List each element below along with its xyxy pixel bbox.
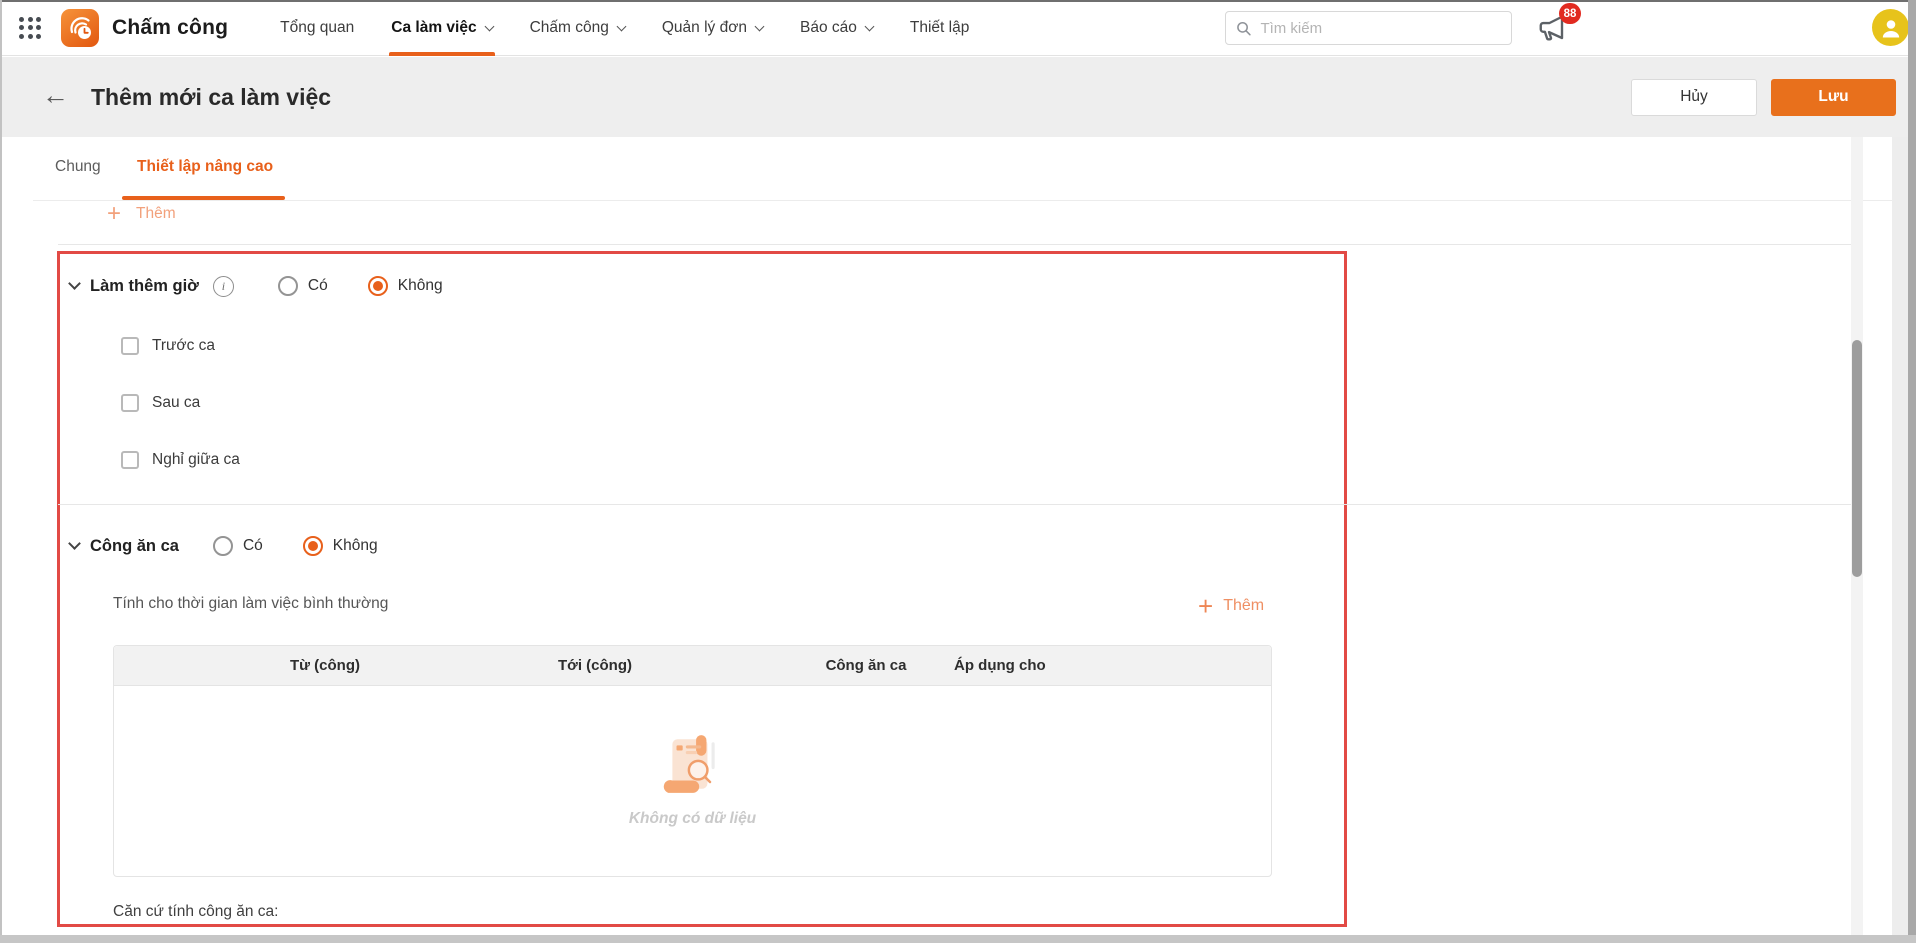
column-header-ap-dung-cho: Áp dụng cho [954,657,1046,674]
meal-radio-no-label[interactable]: Không [333,537,378,555]
tabbar-divider [33,200,1892,201]
meal-table: Từ (công) Tới (công) Công ăn ca Áp dụng … [113,645,1272,877]
empty-data-text: Không có dữ liệu [628,810,757,827]
page-title: Thêm mới ca làm việc [91,83,332,110]
page: Chấm công Tổng quan Ca làm việc Chấm côn… [0,0,1916,943]
cancel-button[interactable]: Hủy [1631,78,1757,116]
scrollbar-thumb[interactable] [1852,340,1862,577]
search-input[interactable] [1260,19,1501,37]
nav-item-ca-lam-viec[interactable]: Ca làm việc [389,0,495,56]
plus-icon: + [1198,591,1214,621]
checkbox-row-sau-ca: Sau ca [121,391,200,415]
checkbox-truoc-ca[interactable] [121,337,139,355]
column-header-toi-cong: Tới (công) [558,657,632,674]
meal-radio-no[interactable] [302,536,323,556]
app-title: Chấm công [112,15,229,39]
collapse-chevron-icon[interactable] [68,537,81,550]
page-header: ← Thêm mới ca làm việc Hủy Lưu [0,57,1916,137]
nav-item-cham-cong[interactable]: Chấm công [528,0,627,56]
checkbox-row-nghi-giua-ca: Nghỉ giữa ca [121,448,240,472]
nav-item-bao-cao[interactable]: Báo cáo [798,0,875,56]
column-header-cong-an-ca: Công ăn ca [825,657,907,674]
meal-section-header: Công ăn ca Có Không [68,532,378,560]
meal-radio-yes[interactable] [212,536,233,556]
person-icon [1882,19,1899,37]
collapse-chevron-icon[interactable] [68,277,81,290]
checkbox-sau-ca[interactable] [121,394,139,412]
add-item-link-top[interactable]: + Thêm [107,202,176,226]
save-button[interactable]: Lưu [1771,78,1896,116]
search-box [1225,11,1512,45]
window-border-right [1908,0,1916,943]
overtime-section-header: Làm thêm giờ i Có Không [68,272,443,300]
empty-data-icon [663,735,715,793]
notification-badge: 88 [1559,3,1581,24]
add-meal-row-button[interactable]: + Thêm [1198,593,1264,619]
meal-basis-label: Căn cứ tính công ăn ca: [113,903,279,920]
nav-item-thiet-lap[interactable]: Thiết lập [908,0,971,56]
info-icon[interactable]: i [212,275,234,297]
overtime-radio-no-label[interactable]: Không [398,277,443,295]
window-border-left [0,0,2,943]
main-nav: Tổng quan Ca làm việc Chấm công Quản lý … [278,0,1004,56]
user-avatar[interactable] [1872,9,1909,46]
chevron-down-icon [616,21,627,31]
notifications-button[interactable]: 88 [1537,3,1581,45]
checkbox-row-truoc-ca: Trước ca [121,334,215,358]
meal-radio-yes-label[interactable]: Có [243,537,263,555]
window-border-top [0,0,1916,2]
section-divider [58,244,1852,245]
tab-advanced-settings[interactable]: Thiết lập nâng cao [137,158,273,176]
overtime-section-title: Làm thêm giờ [90,276,199,295]
meal-table-header: Từ (công) Tới (công) Công ăn ca Áp dụng … [114,646,1271,686]
meal-section-title: Công ăn ca [90,536,179,555]
meal-table-empty-state: Không có dữ liệu [114,686,1271,876]
meal-note-text: Tính cho thời gian làm việc bình thường [113,595,389,612]
back-arrow-icon[interactable]: ← [42,82,69,109]
plus-icon: + [107,200,122,227]
app-grid-icon[interactable] [19,16,41,39]
overtime-radio-yes-label[interactable]: Có [308,277,328,295]
section-divider [58,504,1852,505]
nav-item-quan-ly-don[interactable]: Quản lý đơn [660,0,765,56]
chevron-down-icon [754,21,765,31]
overtime-radio-yes[interactable] [277,276,298,296]
search-icon [1237,21,1251,35]
chevron-down-icon [484,21,495,31]
checkbox-nghi-giua-ca[interactable] [121,451,139,469]
app-logo-icon[interactable] [61,8,99,47]
nav-item-tong-quan[interactable]: Tổng quan [278,0,356,56]
window-border-bottom [0,935,1916,943]
top-navigation-bar: Chấm công Tổng quan Ca làm việc Chấm côn… [0,0,1916,56]
tab-general[interactable]: Chung [55,158,101,176]
chevron-down-icon [864,21,875,31]
overtime-radio-no[interactable] [367,276,388,296]
